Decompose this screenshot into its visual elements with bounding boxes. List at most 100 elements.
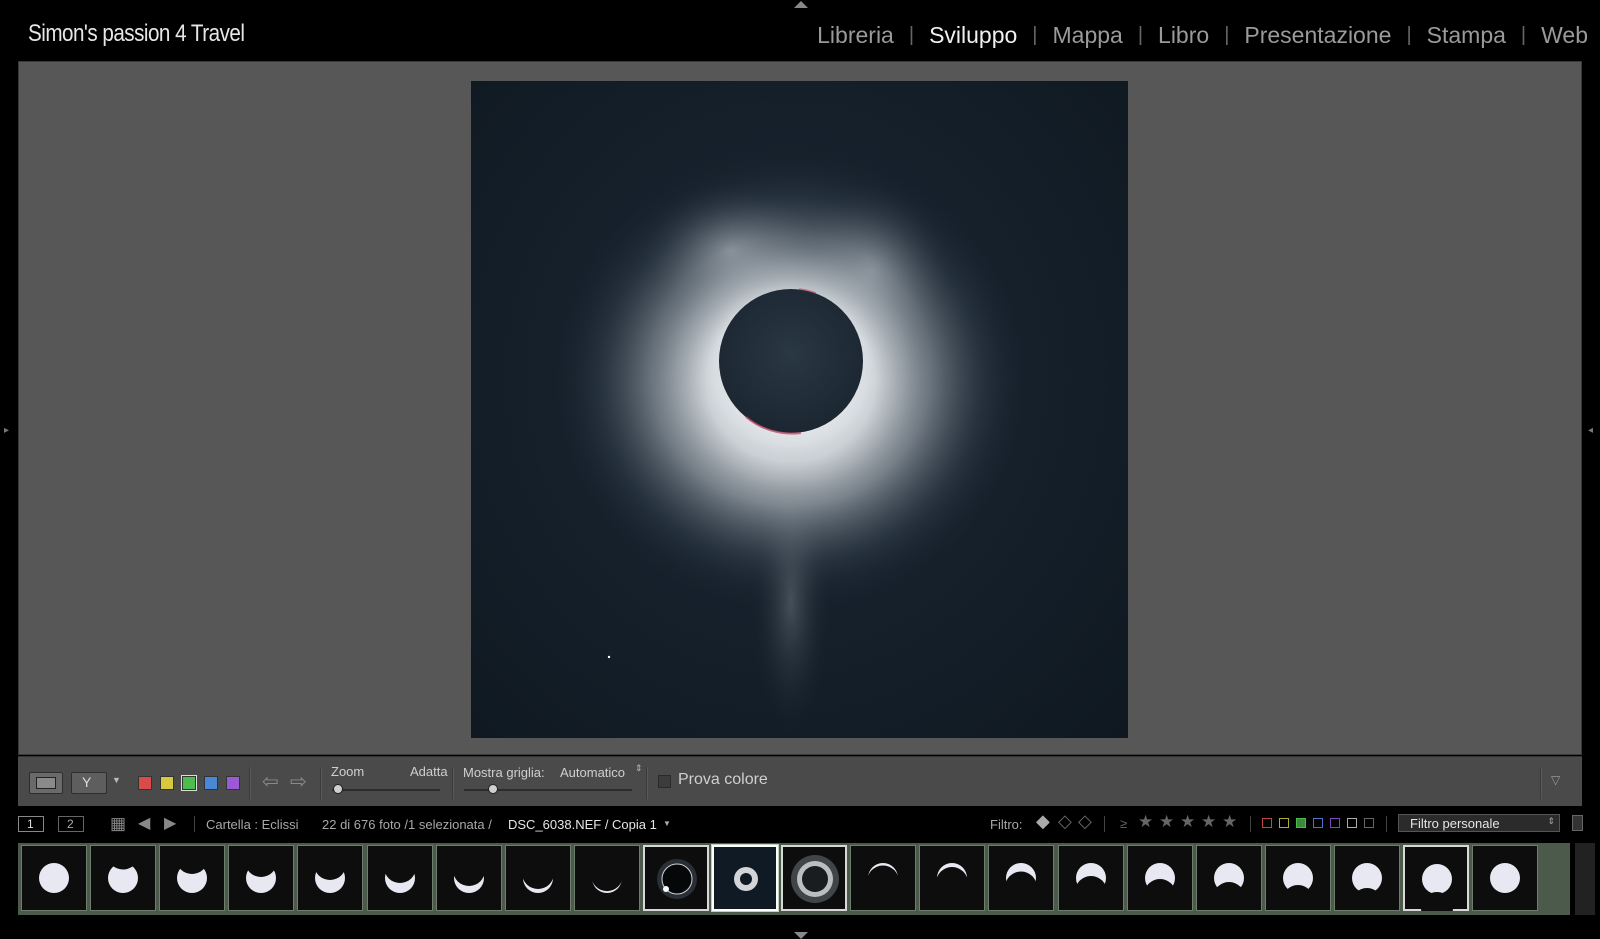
filter-custom-icon[interactable] [1347,818,1357,828]
current-filename[interactable]: DSC_6038.NEF / Copia 1 [508,817,657,832]
module-tab-libreria[interactable]: Libreria [817,22,894,49]
filmstrip-thumbnail[interactable] [21,845,87,911]
filmstrip-thumbnail[interactable] [436,845,502,911]
filmstrip-thumbnail[interactable] [159,845,225,911]
photo-preview[interactable] [471,81,1128,738]
filmstrip-thumbnail[interactable] [919,845,985,911]
star-4-icon[interactable]: ★ [1201,812,1216,832]
soft-proof-checkbox[interactable] [658,775,671,788]
filter-red-icon[interactable] [1262,818,1272,828]
primary-window-label: 1 [27,817,34,831]
star-5-icon[interactable]: ★ [1222,812,1237,832]
star-2-icon[interactable]: ★ [1159,812,1174,832]
filename-menu-icon[interactable]: ▼ [663,819,671,828]
color-label-green[interactable] [181,775,197,791]
eclipse-thumbnail-image [734,867,758,891]
filter-yellow-icon[interactable] [1279,818,1289,828]
filter-lock-icon[interactable] [1572,815,1583,831]
module-separator: | [1406,24,1412,46]
stepper-icon[interactable]: ⇕ [635,763,643,774]
flag-unflagged-icon[interactable]: ◇ [1058,811,1072,832]
filmstrip-thumbnail[interactable] [712,845,778,911]
loupe-view-button[interactable] [29,772,63,794]
grid-view-icon[interactable]: ▦ [110,814,126,834]
forward-icon[interactable]: ▶ [164,813,176,833]
grid-slider-handle[interactable] [488,784,498,794]
filmstrip [18,843,1570,915]
filmstrip-thumbnail[interactable] [988,845,1054,911]
eclipse-thumbnail-image [1421,864,1453,911]
filmstrip-thumbnail[interactable] [643,845,709,911]
previous-photo-icon[interactable]: ⇦ [262,769,279,794]
back-icon[interactable]: ◀ [138,813,150,833]
eclipse-thumbnail-image [522,857,554,893]
next-photo-icon[interactable]: ⇨ [290,769,307,794]
filmstrip-thumbnail[interactable] [1265,845,1331,911]
eclipse-thumbnail-image [107,846,139,893]
zoom-slider-handle[interactable] [333,784,343,794]
left-panel-toggle-icon[interactable]: ▸ [4,425,9,436]
eclipse-photo [551,151,1031,738]
filmstrip-thumbnail[interactable] [1196,845,1262,911]
flag-rejected-icon[interactable]: ◇ [1078,811,1092,832]
filmstrip-thumbnail[interactable] [1058,845,1124,911]
filmstrip-thumbnail[interactable] [297,845,363,911]
filmstrip-thumbnail[interactable] [90,845,156,911]
star-3-icon[interactable]: ★ [1180,812,1195,832]
collapse-top-panel-icon[interactable] [794,1,808,8]
filmstrip-thumbnail[interactable] [228,845,294,911]
filmstrip-thumbnail[interactable] [1403,845,1469,911]
filmstrip-thumbnail[interactable] [574,845,640,911]
zoom-value[interactable]: Adatta [410,764,448,779]
filmstrip-header: 1 2 ▦ ◀ ▶ Cartella : Eclissi 22 di 676 f… [0,808,1600,838]
source-label[interactable]: Cartella : Eclissi [206,817,298,832]
soft-proof-label: Prova colore [678,771,768,788]
filter-blue-icon[interactable] [1313,818,1323,828]
eclipse-thumbnail-image [176,846,208,893]
eclipse-thumbnail-image [657,859,697,899]
before-after-button[interactable]: Y [71,772,107,794]
module-tab-stampa[interactable]: Stampa [1427,22,1506,49]
flag-pick-icon[interactable]: ◆ [1036,811,1050,832]
right-panel-toggle-icon[interactable]: ◂ [1588,425,1593,436]
color-label-red[interactable] [138,776,152,790]
chevron-down-icon[interactable]: ▼ [112,775,121,785]
filmstrip-scrollbar[interactable] [1575,843,1595,915]
filmstrip-thumbnail[interactable] [1472,845,1538,911]
eclipse-thumbnail-image [453,854,485,893]
module-tab-sviluppo[interactable]: Sviluppo [929,22,1017,49]
eclipse-thumbnail-image [1213,863,1245,910]
module-tab-web[interactable]: Web [1541,22,1588,49]
filmstrip-thumbnail[interactable] [367,845,433,911]
filmstrip-thumbnail[interactable] [850,845,916,911]
grid-value[interactable]: Automatico [560,765,625,780]
rating-operator[interactable]: ≥ [1120,816,1127,831]
secondary-window-button[interactable]: 2 [58,816,84,832]
module-tab-mappa[interactable]: Mappa [1053,22,1123,49]
color-label-purple[interactable] [226,776,240,790]
zoom-slider[interactable] [332,789,440,791]
filter-green-icon[interactable] [1296,818,1306,828]
primary-window-button[interactable]: 1 [18,816,44,832]
filmstrip-thumbnail[interactable] [505,845,571,911]
filmstrip-thumbnail[interactable] [781,845,847,911]
filmstrip-thumbnail[interactable] [1334,845,1400,911]
filmstrip-thumbnail[interactable] [1127,845,1193,911]
eclipse-thumbnail-image [591,859,623,893]
module-tab-libro[interactable]: Libro [1158,22,1209,49]
toolbar-menu-icon[interactable]: ▽ [1551,773,1560,787]
star-1-icon[interactable]: ★ [1138,812,1153,832]
filter-none-icon[interactable] [1364,818,1374,828]
module-separator: | [1032,24,1038,46]
toolbar: Y ▼ ⇦ ⇨ Zoom Adatta Mostra griglia: Auto… [18,756,1582,806]
eclipse-thumbnail-image [791,855,839,903]
eclipse-thumbnail-image [867,863,899,898]
photo-count: 22 di 676 foto /1 selezionata / [322,817,492,832]
module-tab-presentazione[interactable]: Presentazione [1244,22,1391,49]
color-label-blue[interactable] [204,776,218,790]
collapse-bottom-panel-icon[interactable] [794,932,808,939]
filter-purple-icon[interactable] [1330,818,1340,828]
filter-preset-value: Filtro personale [1410,816,1500,831]
color-label-yellow[interactable] [160,776,174,790]
filter-preset-select[interactable]: Filtro personale ⇕ [1398,814,1560,832]
